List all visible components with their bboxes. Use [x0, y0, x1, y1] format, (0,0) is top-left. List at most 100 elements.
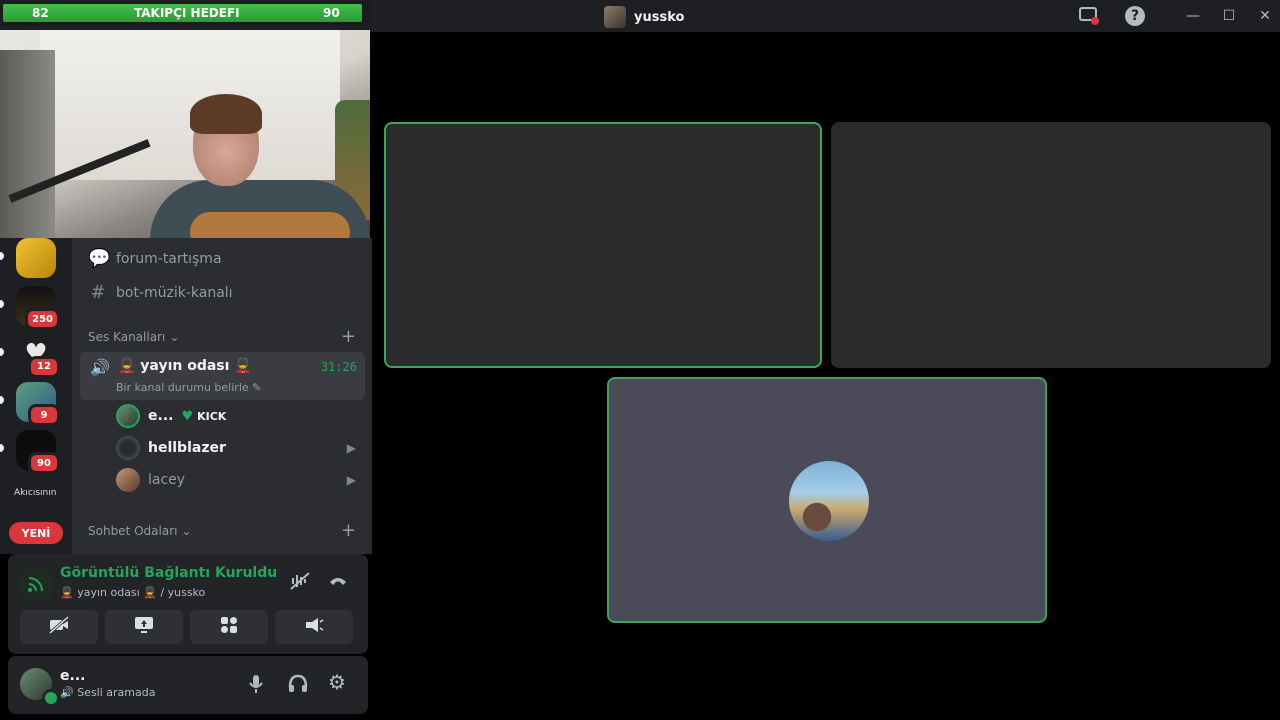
close-icon[interactable]: ✕: [1254, 6, 1276, 26]
camera-icon: ▶: [346, 473, 356, 487]
channel-forum[interactable]: 💬 forum-tartışma: [88, 248, 222, 269]
voice-user[interactable]: lacey: [116, 468, 185, 492]
online-status-dot: [42, 689, 60, 707]
server-unread-pip: [0, 252, 4, 260]
server-text-icon[interactable]: Akıcısının: [14, 488, 56, 498]
minimize-icon[interactable]: —: [1182, 6, 1204, 26]
webcam-door: [0, 50, 55, 238]
set-channel-status[interactable]: Bir kanal durumu belirle ✎: [116, 381, 261, 394]
video-tile[interactable]: [831, 122, 1271, 368]
channel-label: forum-tartışma: [116, 250, 222, 267]
voice-user[interactable]: e... ♥ KICK: [116, 404, 226, 428]
server-icon-5[interactable]: 90: [16, 430, 60, 474]
activity-icon: [220, 616, 238, 638]
chevron-down-icon: ⌄: [169, 330, 180, 344]
help-icon[interactable]: ?: [1124, 6, 1146, 26]
mention-badge: 9: [28, 404, 60, 426]
server-icon-4[interactable]: 9: [16, 382, 60, 426]
green-heart-icon: ♥: [181, 408, 194, 424]
soundboard-button[interactable]: [275, 610, 353, 644]
server-unread-pip: [0, 348, 4, 356]
add-voice-channel-button[interactable]: +: [341, 326, 356, 347]
goal-target: 90: [323, 6, 340, 20]
kick-tag: ♥ KICK: [181, 409, 226, 424]
speaker-icon: 🔊: [90, 358, 110, 377]
server-unread-pip: [0, 396, 4, 404]
server-icon-2[interactable]: 250: [16, 286, 60, 330]
voice-channel-name: 💂 yayın odası 💂: [118, 358, 252, 374]
voice-status-icon: 🔊: [60, 686, 74, 699]
camera-icon: ▶: [346, 441, 356, 455]
user-name[interactable]: e...: [60, 668, 85, 684]
goal-label: TAKIPÇI HEDEFI: [134, 6, 240, 20]
add-chat-channel-button[interactable]: +: [341, 520, 356, 541]
voice-user-name: e...: [148, 408, 174, 424]
avatar: [116, 468, 140, 492]
category-chat[interactable]: Sohbet Odaları ⌄: [88, 524, 192, 538]
participant-avatar: [789, 461, 869, 541]
headphones-icon[interactable]: [288, 674, 308, 698]
category-label: Sohbet Odaları: [88, 524, 178, 538]
channel-list: 💬 forum-tartışma # bot-müzik-kanalı Ses …: [72, 238, 372, 554]
window-title: yussko: [604, 6, 684, 28]
thread-icon: 💬: [88, 248, 111, 269]
hash-icon: #: [90, 282, 106, 303]
title-avatar: [604, 6, 626, 28]
server-rail: 250 ♥ 12 9 90 Akıcısının YENİ: [0, 238, 72, 554]
mention-badge: 12: [28, 356, 60, 378]
discord-window: 82 TAKIPÇI HEDEFI 90 yussko ? — ☐ ✕ 250: [0, 0, 1280, 720]
voice-user-name: lacey: [148, 472, 186, 488]
microphone-icon[interactable]: [248, 674, 264, 698]
maximize-icon[interactable]: ☐: [1218, 6, 1240, 26]
connection-status[interactable]: Görüntülü Bağlantı Kuruldu: [60, 565, 277, 581]
avatar: [116, 404, 140, 428]
channel-bot[interactable]: # bot-müzik-kanalı: [88, 282, 233, 303]
goal-current: 82: [32, 6, 49, 20]
voice-channel-active[interactable]: 🔊 💂 yayın odası 💂 31:26 Bir kanal durumu…: [80, 352, 365, 400]
user-status: 🔊 Sesli aramada: [60, 686, 155, 699]
mention-badge: 250: [25, 308, 60, 330]
webcam-background: [40, 30, 340, 180]
share-screen-icon: [134, 616, 154, 638]
noise-suppression-icon[interactable]: [290, 572, 310, 594]
voice-user-name: hellblazer: [148, 440, 226, 456]
status-text: Bir kanal durumu belirle: [116, 381, 249, 394]
activities-button[interactable]: [190, 610, 268, 644]
kick-label: KICK: [197, 409, 227, 423]
heart-server-icon[interactable]: ♥ 12: [16, 334, 60, 378]
signal-icon[interactable]: [20, 568, 52, 600]
avatar: [116, 436, 140, 460]
server-icon-1[interactable]: [16, 238, 56, 278]
title-bar: 82 TAKIPÇI HEDEFI 90 yussko ? — ☐ ✕: [0, 0, 1280, 32]
camera-off-icon: [48, 615, 70, 638]
gear-icon[interactable]: ⚙: [328, 670, 346, 694]
user-panel: e... 🔊 Sesli aramada ⚙: [8, 656, 368, 714]
pencil-icon: ✎: [252, 381, 262, 394]
server-unread-pip: [0, 444, 4, 452]
webcam-person-hair: [190, 94, 262, 134]
user-status-text: Sesli aramada: [77, 686, 156, 699]
category-voice[interactable]: Ses Kanalları ⌄: [88, 330, 179, 344]
server-unread-pip: [0, 300, 4, 308]
camera-off-button[interactable]: [20, 610, 98, 644]
soundboard-icon: [304, 616, 324, 638]
voice-channel-timer: 31:26: [320, 360, 357, 374]
window-title-text: yussko: [634, 9, 685, 25]
new-badge[interactable]: YENİ: [9, 522, 63, 544]
follower-goal-bar: 82 TAKIPÇI HEDEFI 90: [0, 0, 372, 26]
video-tile-speaking[interactable]: [384, 122, 822, 368]
video-stage: [374, 32, 1280, 720]
channel-label: bot-müzik-kanalı: [116, 284, 233, 301]
voice-connection-panel: Görüntülü Bağlantı Kuruldu 💂 yayın odası…: [8, 554, 368, 654]
video-tile-avatar[interactable]: [607, 377, 1047, 623]
screen-share-icon[interactable]: [1078, 6, 1100, 26]
share-screen-button[interactable]: [105, 610, 183, 644]
hangup-icon[interactable]: [328, 572, 348, 591]
category-label: Ses Kanalları: [88, 330, 166, 344]
webcam-overlay: [0, 30, 370, 238]
chevron-down-icon: ⌄: [181, 524, 192, 538]
voice-user[interactable]: hellblazer: [116, 436, 226, 460]
connection-channel[interactable]: 💂 yayın odası 💂 / yussko: [60, 586, 205, 599]
webcam-guitar: [190, 212, 350, 238]
mention-badge: 90: [28, 452, 60, 474]
